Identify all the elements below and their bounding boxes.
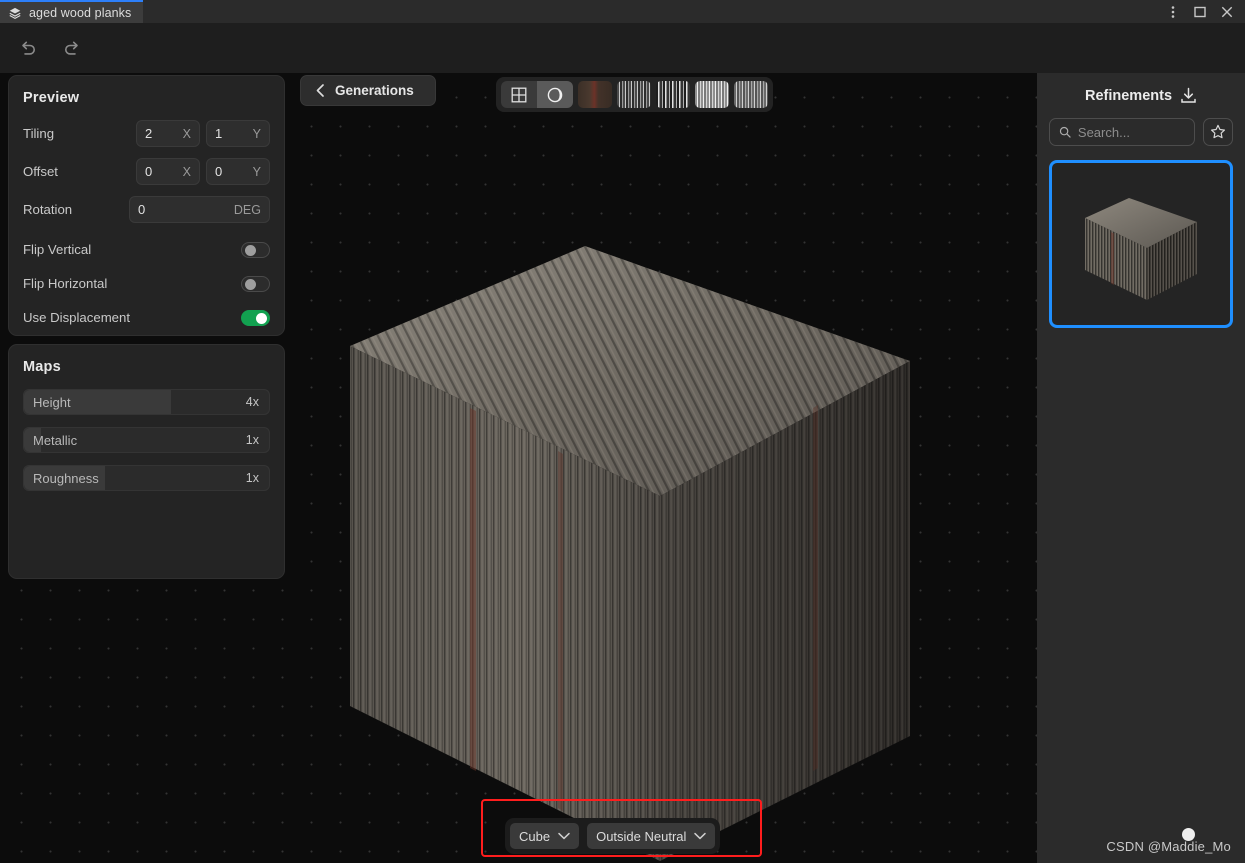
map-slider-roughness[interactable]: Roughness 1x xyxy=(23,465,270,491)
preview-panel-title: Preview xyxy=(23,90,80,106)
generations-button-label: Generations xyxy=(335,83,414,98)
star-icon xyxy=(1210,124,1226,139)
offset-row: Offset 0 X 0 Y xyxy=(23,158,270,185)
generations-back-button[interactable]: Generations xyxy=(300,75,436,106)
search-icon xyxy=(1059,126,1071,138)
grid-view-icon[interactable] xyxy=(501,81,537,108)
flip-vertical-label: Flip Vertical xyxy=(23,242,92,257)
map-slider-height-value: 4x xyxy=(245,395,259,409)
browser-tab-aged-wood-planks[interactable]: aged wood planks xyxy=(0,0,143,23)
kebab-menu-icon[interactable] xyxy=(1166,5,1179,18)
search-input[interactable] xyxy=(1077,124,1185,140)
refinement-thumbnail xyxy=(1085,198,1197,300)
map-slider-metallic-label: Metallic xyxy=(33,432,78,448)
toggle-knob xyxy=(244,244,256,256)
view-mode-toggle xyxy=(501,81,573,108)
map-slider-metallic[interactable]: Metallic 1x xyxy=(23,427,270,453)
rotation-unit: DEG xyxy=(233,202,261,217)
map-slider-roughness-label: Roughness xyxy=(33,470,99,486)
tiling-x-input[interactable]: 2 X xyxy=(136,120,200,147)
undo-icon[interactable] xyxy=(12,32,44,64)
maps-panel-title: Maps xyxy=(23,359,61,375)
rotation-input[interactable]: 0 DEG xyxy=(129,196,270,223)
map-slider-height-label: Height xyxy=(33,394,71,410)
flip-vertical-toggle[interactable] xyxy=(241,241,270,258)
offset-x-input[interactable]: 0 X xyxy=(136,158,200,185)
title-bar: aged wood planks xyxy=(0,0,1245,23)
flip-horizontal-label: Flip Horizontal xyxy=(23,276,108,291)
height-map-thumbnail[interactable] xyxy=(656,81,690,108)
tab-label: aged wood planks xyxy=(29,5,132,20)
refinements-header: Refinements xyxy=(1037,73,1245,118)
refinements-title: Refinements xyxy=(1084,87,1173,104)
tiling-row: Tiling 2 X 1 Y xyxy=(23,120,270,147)
rotation-value: 0 xyxy=(138,202,146,217)
viewport-settings-group: Cube Outside Neutral xyxy=(505,818,721,854)
offset-x-unit: X xyxy=(182,164,191,179)
material-preview-cube xyxy=(350,246,910,861)
environment-dropdown[interactable]: Outside Neutral xyxy=(587,823,716,849)
map-slider-metallic-value: 1x xyxy=(245,433,259,447)
refinements-panel: Refinements xyxy=(1037,73,1245,863)
tiling-x-value: 2 xyxy=(145,126,153,141)
tiling-label: Tiling xyxy=(23,126,55,141)
close-icon[interactable] xyxy=(1220,5,1233,18)
download-icon[interactable] xyxy=(1180,87,1197,104)
refinement-card[interactable] xyxy=(1049,160,1233,328)
edit-toolbar xyxy=(0,23,1245,73)
map-slider-height[interactable]: Height 4x xyxy=(23,389,270,415)
offset-y-unit: Y xyxy=(252,164,261,179)
use-displacement-toggle[interactable] xyxy=(241,309,270,326)
flip-vertical-row: Flip Vertical xyxy=(23,236,270,263)
rotation-label: Rotation xyxy=(23,202,73,217)
layers-icon xyxy=(9,7,21,19)
maps-panel: Maps Height 4x Metallic 1x Roughness 1x xyxy=(8,344,285,579)
preview-panel: Preview Tiling 2 X 1 Y Offset 0 X 0 Y Ro… xyxy=(8,75,285,336)
maximize-icon[interactable] xyxy=(1193,5,1206,18)
refinements-search-row xyxy=(1037,118,1245,146)
map-preview-bar xyxy=(496,77,773,112)
use-displacement-label: Use Displacement xyxy=(23,310,131,325)
normal-map-thumbnail[interactable] xyxy=(617,81,651,108)
use-displacement-row: Use Displacement xyxy=(23,304,270,331)
toggle-knob xyxy=(255,312,267,324)
redo-icon[interactable] xyxy=(56,32,88,64)
search-field[interactable] xyxy=(1049,118,1195,146)
window-controls xyxy=(1166,0,1241,23)
albedo-map-thumbnail[interactable] xyxy=(578,81,612,108)
flip-horizontal-row: Flip Horizontal xyxy=(23,270,270,297)
watermark-text: CSDN @Maddie_Mo xyxy=(1106,839,1231,854)
offset-label: Offset xyxy=(23,164,58,179)
chevron-down-icon xyxy=(558,832,570,840)
environment-dropdown-label: Outside Neutral xyxy=(596,828,687,844)
toggle-knob xyxy=(244,278,256,290)
offset-y-value: 0 xyxy=(215,164,223,179)
favorite-filter-button[interactable] xyxy=(1203,118,1233,146)
application-window: aged wood planks Preview Tiling 2 X 1 Y … xyxy=(0,0,1245,863)
chevron-down-icon xyxy=(694,832,707,840)
tiling-y-value: 1 xyxy=(215,126,223,141)
flip-horizontal-toggle[interactable] xyxy=(241,275,270,292)
chevron-left-icon xyxy=(316,84,324,97)
mouse-cursor xyxy=(1182,828,1195,841)
shape-dropdown[interactable]: Cube xyxy=(510,823,580,849)
tiling-y-input[interactable]: 1 Y xyxy=(206,120,270,147)
offset-y-input[interactable]: 0 Y xyxy=(206,158,270,185)
tiling-y-unit: Y xyxy=(252,126,261,141)
map-slider-roughness-value: 1x xyxy=(245,471,259,485)
ao-map-thumbnail[interactable] xyxy=(734,81,768,108)
rotation-row: Rotation 0 DEG xyxy=(23,196,270,223)
roughness-map-thumbnail[interactable] xyxy=(695,81,729,108)
tiling-x-unit: X xyxy=(182,126,191,141)
offset-x-value: 0 xyxy=(145,164,153,179)
shape-dropdown-label: Cube xyxy=(519,828,551,844)
sphere-view-icon[interactable] xyxy=(537,81,573,108)
